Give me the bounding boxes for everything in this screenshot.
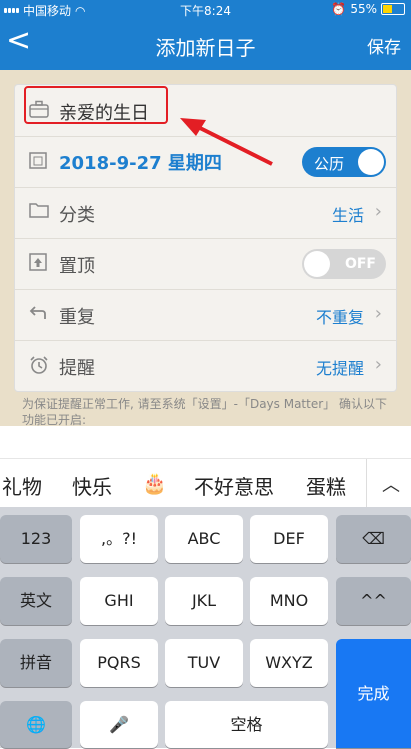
save-button[interactable]: 保存 bbox=[367, 33, 401, 58]
pin-top-icon bbox=[29, 253, 49, 273]
pin-top-row: 置顶 OFF bbox=[15, 238, 396, 290]
candidate-word[interactable]: 快乐 bbox=[72, 471, 112, 500]
red-arrow-annotation bbox=[180, 118, 273, 166]
repeat-row[interactable]: 重复 不重复 › bbox=[15, 289, 396, 341]
candidate-word[interactable]: 🎂 bbox=[142, 471, 167, 495]
toggle-label: OFF bbox=[344, 256, 376, 272]
space-key[interactable]: 空格 bbox=[165, 701, 328, 748]
reminder-label: 提醒 bbox=[59, 358, 95, 379]
emoticon-key[interactable]: ^^ bbox=[336, 577, 411, 625]
key-english[interactable]: 英文 bbox=[0, 577, 72, 625]
done-button[interactable]: 完成 bbox=[336, 639, 411, 748]
key-wxyz[interactable]: WXYZ bbox=[250, 639, 328, 687]
globe-icon[interactable]: 🌐 bbox=[0, 701, 72, 748]
alarm-clock-icon bbox=[29, 355, 49, 375]
key-jkl[interactable]: JKL bbox=[165, 577, 243, 625]
key-ghi[interactable]: GHI bbox=[80, 577, 158, 625]
candidate-word[interactable]: 蛋糕 bbox=[306, 471, 346, 500]
form-area: 亲爱的生日 2018-9-27 星期四 公历 分类 生活 › 置顶 OFF 重复… bbox=[0, 70, 411, 427]
candidate-word[interactable]: 不好意思 bbox=[194, 471, 274, 500]
key-abc[interactable]: ABC bbox=[165, 515, 243, 563]
page-title: 添加新日子 bbox=[155, 36, 256, 60]
repeat-value: 不重复 bbox=[315, 308, 364, 327]
status-bar: 中国移动 ◠ 下午8:24 ⏰ 55% bbox=[0, 0, 411, 20]
candidate-word[interactable]: 礼物 bbox=[2, 471, 42, 500]
key-123[interactable]: 123 bbox=[0, 515, 72, 563]
reminder-row[interactable]: 提醒 无提醒 › bbox=[15, 340, 396, 391]
key-punctuation[interactable]: ,。?! bbox=[80, 515, 158, 563]
battery-percent: 55% bbox=[350, 2, 377, 16]
chevron-up-icon[interactable]: ︿ bbox=[382, 471, 400, 497]
repeat-label: 重复 bbox=[59, 307, 95, 328]
reminder-note: 为保证提醒正常工作, 请至系统「设置」-「Days Matter」 确认以下功能… bbox=[22, 397, 387, 427]
keyboard: 123 ,。?! ABC DEF ⌫ 英文 GHI JKL MNO ^^ 拼音 … bbox=[0, 507, 411, 748]
key-tuv[interactable]: TUV bbox=[165, 639, 243, 687]
key-pqrs[interactable]: PQRS bbox=[80, 639, 158, 687]
key-mno[interactable]: MNO bbox=[250, 577, 328, 625]
candidate-bar: 礼物 快乐 🎂 不好意思 蛋糕 ︿ bbox=[0, 458, 411, 508]
microphone-icon[interactable]: 🎤 bbox=[80, 701, 158, 748]
nav-bar: < 添加新日子 保存 bbox=[0, 20, 411, 70]
reminder-value: 无提醒 bbox=[315, 359, 364, 378]
battery-icon bbox=[381, 3, 405, 15]
chevron-right-icon: › bbox=[374, 303, 382, 324]
delete-icon[interactable]: ⌫ bbox=[336, 515, 411, 563]
pin-top-toggle[interactable]: OFF bbox=[302, 249, 386, 279]
alarm-icon: ⏰ bbox=[331, 2, 347, 16]
chevron-right-icon: › bbox=[374, 354, 382, 375]
toggle-knob bbox=[304, 251, 330, 277]
pin-top-label: 置顶 bbox=[59, 256, 95, 277]
key-def[interactable]: DEF bbox=[250, 515, 328, 563]
repeat-icon bbox=[29, 304, 49, 324]
key-pinyin[interactable]: 拼音 bbox=[0, 639, 72, 687]
